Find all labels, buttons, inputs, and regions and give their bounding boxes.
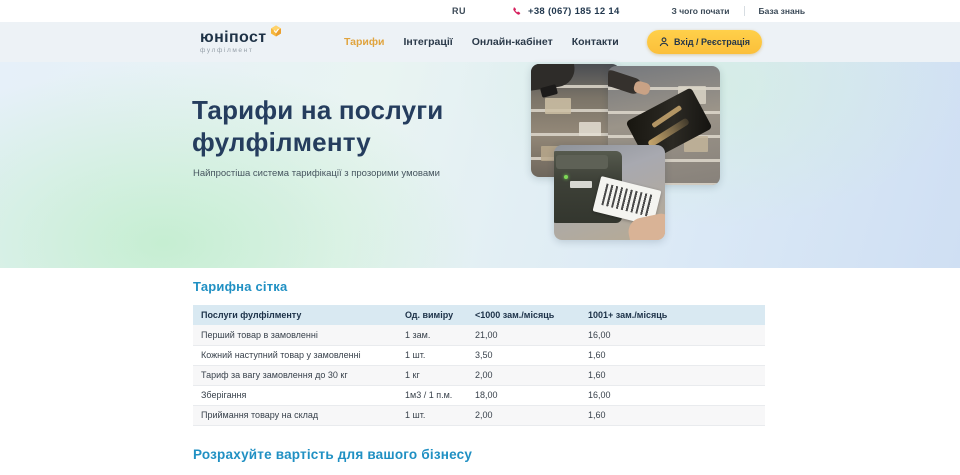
col-header-over-1001: 1001+ зам./місяць: [580, 305, 765, 325]
crate: [579, 122, 601, 136]
cell-price-high: 1,60: [580, 405, 765, 425]
logo[interactable]: юніпост фулфілмент: [200, 30, 286, 54]
cell-price-low: 2,00: [467, 365, 580, 385]
cell-price-high: 16,00: [580, 385, 765, 405]
cell-service: Приймання товару на склад: [193, 405, 397, 425]
phone-link[interactable]: +38 (067) 185 12 14: [512, 6, 620, 17]
nav-online-cabinet[interactable]: Онлайн-кабінет: [472, 36, 553, 48]
cell-unit: 1 шт.: [397, 345, 467, 365]
col-header-service: Послуги фулфілменту: [193, 305, 397, 325]
table-header-row: Послуги фулфілменту Од. виміру <1000 зам…: [193, 305, 765, 325]
nav-integrations[interactable]: Інтеграції: [404, 36, 453, 48]
cell-service: Тариф за вагу замовлення до 30 кг: [193, 365, 397, 385]
cell-unit: 1 зам.: [397, 325, 467, 345]
table-row: Перший товар в замовленні 1 зам. 21,00 1…: [193, 325, 765, 345]
crate: [545, 98, 571, 114]
hero-title: Тарифи на послуги фулфілменту: [192, 95, 502, 158]
main-header: юніпост фулфілмент Тарифи Інтеграції Онл…: [0, 22, 960, 62]
logo-subtitle: фулфілмент: [200, 47, 286, 54]
calculator-section-title: Розрахуйте вартість для вашого бізнесу: [193, 447, 472, 462]
top-utility-bar: RU +38 (067) 185 12 14 З чого почати Баз…: [0, 0, 960, 22]
printer-slot: [570, 181, 592, 188]
phone-icon: [512, 7, 521, 16]
login-register-button[interactable]: Вхід / Реєстрація: [647, 30, 762, 54]
nav-contacts[interactable]: Контакти: [572, 36, 619, 48]
barcode: [601, 184, 653, 217]
login-register-label: Вхід / Реєстрація: [674, 37, 750, 47]
hero-section: [0, 62, 960, 268]
table-row: Зберігання 1м3 / 1 п.м. 18,00 16,00: [193, 385, 765, 405]
pricing-section-title: Тарифна сітка: [193, 279, 287, 294]
cell-unit: 1 шт.: [397, 405, 467, 425]
page: RU +38 (067) 185 12 14 З чого почати Баз…: [0, 0, 960, 475]
link-getting-started[interactable]: З чого почати: [672, 6, 730, 16]
cell-price-high: 1,60: [580, 345, 765, 365]
nav-tariffs[interactable]: Тарифи: [344, 36, 385, 48]
hero-subtitle: Найпростіша система тарифікації з прозор…: [193, 168, 440, 179]
topbar-divider: [744, 6, 745, 16]
user-icon: [659, 37, 669, 47]
printer-lid: [556, 155, 608, 169]
phone-number: +38 (067) 185 12 14: [528, 6, 620, 17]
cell-price-high: 1,60: [580, 365, 765, 385]
table-row: Тариф за вагу замовлення до 30 кг 1 кг 2…: [193, 365, 765, 385]
language-switcher[interactable]: RU: [452, 6, 466, 16]
hero-photo-label-printer: [554, 145, 665, 240]
cell-service: Перший товар в замовленні: [193, 325, 397, 345]
col-header-under-1000: <1000 зам./місяць: [467, 305, 580, 325]
cell-service: Зберігання: [193, 385, 397, 405]
table-row: Кожний наступний товар у замовленні 1 шт…: [193, 345, 765, 365]
col-header-unit: Од. виміру: [397, 305, 467, 325]
link-knowledge-base[interactable]: База знань: [759, 6, 806, 16]
cell-unit: 1 кг: [397, 365, 467, 385]
cube-logo-icon: [270, 25, 282, 37]
cell-price-high: 16,00: [580, 325, 765, 345]
cell-service: Кожний наступний товар у замовленні: [193, 345, 397, 365]
table-row: Приймання товару на склад 1 шт. 2,00 1,6…: [193, 405, 765, 425]
cell-price-low: 21,00: [467, 325, 580, 345]
cell-price-low: 3,50: [467, 345, 580, 365]
main-nav: Тарифи Інтеграції Онлайн-кабінет Контакт…: [344, 36, 619, 48]
printer-led: [564, 175, 568, 179]
cell-price-low: 18,00: [467, 385, 580, 405]
cell-price-low: 2,00: [467, 405, 580, 425]
cell-unit: 1м3 / 1 п.м.: [397, 385, 467, 405]
tariff-table: Послуги фулфілменту Од. виміру <1000 зам…: [193, 305, 765, 426]
